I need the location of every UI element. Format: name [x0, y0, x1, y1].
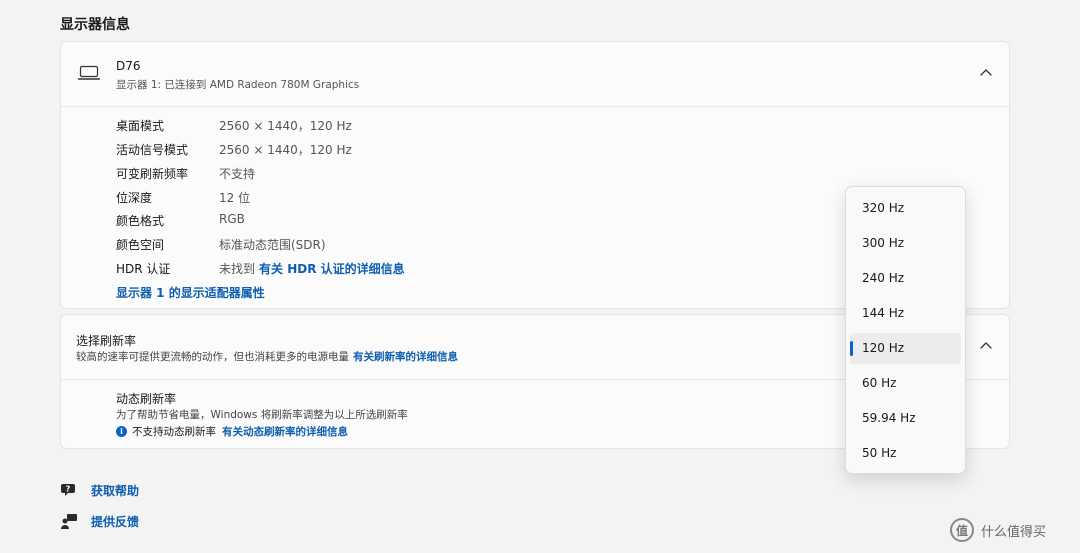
- refresh-option-selected[interactable]: 120 Hz: [850, 333, 961, 364]
- info-label: HDR 认证: [116, 262, 171, 276]
- info-label: 位深度: [116, 191, 153, 205]
- display-card-header[interactable]: D76 显示器 1: 已连接到 AMD Radeon 780M Graphics: [61, 42, 1009, 107]
- info-label: 可变刷新频率: [116, 167, 189, 181]
- refresh-option[interactable]: 50 Hz: [850, 438, 961, 469]
- dynamic-refresh-info-link[interactable]: 有关动态刷新率的详细信息: [222, 424, 348, 439]
- dynamic-refresh-description: 为了帮助节省电量，Windows 将刷新率调整为以上所选刷新率: [116, 409, 408, 421]
- info-label: 桌面模式: [116, 119, 165, 133]
- refresh-option[interactable]: 60 Hz: [850, 368, 961, 399]
- hdr-cert-link[interactable]: 有关 HDR 认证的详细信息: [259, 262, 405, 276]
- info-icon: i: [116, 426, 127, 437]
- dynamic-refresh-status: i 不支持动态刷新率 有关动态刷新率的详细信息: [116, 424, 348, 439]
- refresh-desc-text: 较高的速率可提供更流畅的动作，但也消耗更多的电源电量: [76, 351, 349, 363]
- feedback-label: 提供反馈: [91, 514, 140, 529]
- feedback-link[interactable]: 提供反馈: [60, 512, 139, 530]
- info-value: 标准动态范围(SDR): [219, 238, 326, 252]
- watermark-logo: 值: [950, 518, 974, 542]
- refresh-rate-title: 选择刷新率: [76, 334, 137, 348]
- feedback-icon: [61, 514, 77, 529]
- info-value: 12 位: [219, 191, 251, 205]
- refresh-option[interactable]: 144 Hz: [850, 298, 961, 329]
- refresh-option[interactable]: 300 Hz: [850, 228, 961, 259]
- info-value: 未找到 有关 HDR 认证的详细信息: [219, 260, 405, 277]
- info-value: 不支持: [219, 167, 256, 181]
- info-value: 2560 × 1440，120 Hz: [219, 143, 352, 157]
- refresh-option[interactable]: 240 Hz: [850, 263, 961, 294]
- selection-indicator: [850, 341, 853, 356]
- refresh-rate-description: 较高的速率可提供更流畅的动作，但也消耗更多的电源电量 有关刷新率的详细信息: [76, 349, 458, 364]
- svg-text:?: ?: [66, 485, 71, 494]
- monitor-icon: [78, 65, 100, 80]
- hdr-value: 未找到: [219, 262, 256, 276]
- refresh-option[interactable]: 59.94 Hz: [850, 403, 961, 434]
- refresh-rate-info-link[interactable]: 有关刷新率的详细信息: [353, 351, 458, 363]
- refresh-option[interactable]: 320 Hz: [850, 193, 961, 224]
- info-label: 活动信号模式: [116, 143, 189, 157]
- section-title: 显示器信息: [60, 17, 130, 33]
- info-value: RGB: [219, 212, 245, 226]
- chevron-up-icon[interactable]: [977, 64, 995, 82]
- dynamic-status-text: 不支持动态刷新率: [132, 426, 216, 438]
- get-help-label: 获取帮助: [91, 483, 140, 498]
- device-subtitle: 显示器 1: 已连接到 AMD Radeon 780M Graphics: [116, 79, 360, 91]
- watermark-text: 什么值得买: [981, 524, 1047, 540]
- chevron-up-icon[interactable]: [977, 337, 995, 355]
- info-value: 2560 × 1440，120 Hz: [219, 119, 352, 133]
- dynamic-refresh-title: 动态刷新率: [116, 392, 177, 406]
- device-name: D76: [116, 59, 141, 73]
- info-label: 颜色格式: [116, 214, 165, 228]
- get-help-link[interactable]: ? 获取帮助: [60, 481, 139, 499]
- watermark: 值 什么值得买: [950, 518, 1046, 542]
- info-label: 颜色空间: [116, 238, 165, 252]
- adapter-properties-link[interactable]: 显示器 1 的显示适配器属性: [116, 284, 265, 301]
- help-icon: ?: [61, 484, 75, 496]
- refresh-rate-dropdown: 320 Hz 300 Hz 240 Hz 144 Hz 120 Hz 60 Hz…: [845, 186, 966, 474]
